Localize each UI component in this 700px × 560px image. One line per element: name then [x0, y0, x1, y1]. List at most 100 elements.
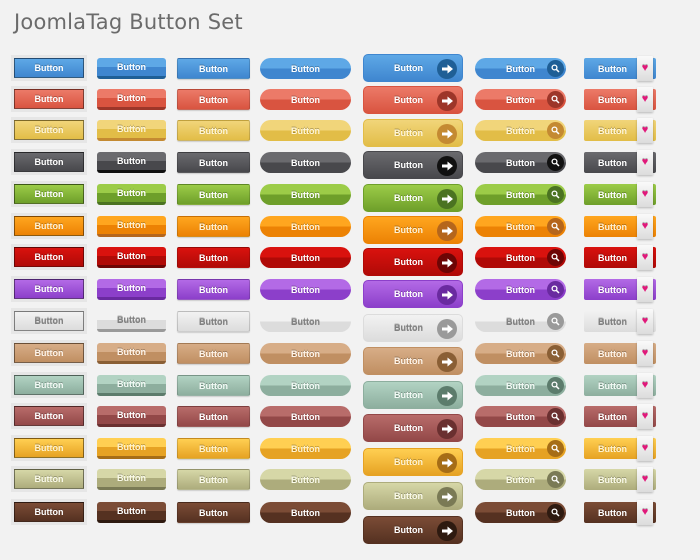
button-raised-silver[interactable]: Button [97, 311, 166, 332]
button-raised-purple[interactable]: Button [97, 279, 166, 300]
button-raised-yellow[interactable]: Button [97, 120, 166, 141]
button-flat-brown[interactable]: Button [177, 502, 250, 523]
button-search-charcoal[interactable]: Button [475, 152, 566, 173]
button-flat-silver[interactable]: Button [177, 311, 250, 332]
button-framed-gold[interactable]: Button [14, 438, 84, 458]
button-flat-gold[interactable]: Button [177, 438, 250, 459]
button-flat-charcoal[interactable]: Button [177, 152, 250, 173]
button-arrow-blue[interactable]: Button [363, 54, 463, 82]
button-search-yellow[interactable]: Button [475, 120, 566, 141]
button-search-sage[interactable]: Button [475, 375, 566, 396]
button-arrow-tan[interactable]: Button [363, 347, 463, 375]
button-search-rosewood[interactable]: Button [475, 406, 566, 427]
button-raised-green[interactable]: Button [97, 184, 166, 205]
button-pill-rosewood[interactable]: Button [260, 406, 351, 427]
button-pill-olive[interactable]: Button [260, 469, 351, 490]
button-arrow-orange[interactable]: Button [363, 216, 463, 244]
button-raised-charcoal[interactable]: Button [97, 152, 166, 173]
button-search-gold[interactable]: Button [475, 438, 566, 459]
button-framed-yellow[interactable]: Button [14, 120, 84, 140]
button-search-green[interactable]: Button [475, 184, 566, 205]
button-arrow-sage[interactable]: Button [363, 381, 463, 409]
button-heart-gold[interactable]: Button ♥ [584, 436, 656, 461]
button-arrow-crimson[interactable]: Button [363, 248, 463, 276]
button-raised-red[interactable]: Button [97, 89, 166, 110]
button-heart-tan[interactable]: Button ♥ [584, 341, 656, 366]
button-framed-charcoal[interactable]: Button [14, 152, 84, 172]
button-framed-red[interactable]: Button [14, 89, 84, 109]
button-heart-olive[interactable]: Button ♥ [584, 467, 656, 492]
button-raised-crimson[interactable]: Button [97, 247, 166, 268]
button-arrow-olive[interactable]: Button [363, 482, 463, 510]
button-arrow-rosewood[interactable]: Button [363, 414, 463, 442]
button-flat-orange[interactable]: Button [177, 216, 250, 237]
button-flat-blue[interactable]: Button [177, 58, 250, 79]
button-pill-orange[interactable]: Button [260, 216, 351, 237]
button-search-silver[interactable]: Button [475, 311, 566, 332]
button-heart-silver[interactable]: Button ♥ [584, 309, 656, 334]
button-pill-brown[interactable]: Button [260, 502, 351, 523]
button-framed-sage[interactable]: Button [14, 375, 84, 395]
button-arrow-yellow[interactable]: Button [363, 119, 463, 147]
button-heart-orange[interactable]: Button ♥ [584, 214, 656, 239]
button-search-purple[interactable]: Button [475, 279, 566, 300]
button-pill-yellow[interactable]: Button [260, 120, 351, 141]
button-raised-orange[interactable]: Button [97, 216, 166, 237]
button-heart-brown[interactable]: Button ♥ [584, 500, 656, 525]
button-heart-sage[interactable]: Button ♥ [584, 373, 656, 398]
button-flat-green[interactable]: Button [177, 184, 250, 205]
button-framed-silver[interactable]: Button [14, 311, 84, 331]
button-heart-purple[interactable]: Button ♥ [584, 277, 656, 302]
button-raised-gold[interactable]: Button [97, 438, 166, 459]
button-heart-blue[interactable]: Button ♥ [584, 56, 656, 81]
button-search-orange[interactable]: Button [475, 216, 566, 237]
button-heart-green[interactable]: Button ♥ [584, 182, 656, 207]
button-flat-red[interactable]: Button [177, 89, 250, 110]
button-heart-yellow[interactable]: Button ♥ [584, 118, 656, 143]
button-raised-olive[interactable]: Button [97, 469, 166, 490]
button-search-brown[interactable]: Button [475, 502, 566, 523]
button-arrow-charcoal[interactable]: Button [363, 151, 463, 179]
button-pill-tan[interactable]: Button [260, 343, 351, 364]
button-framed-crimson[interactable]: Button [14, 247, 84, 267]
button-raised-rosewood[interactable]: Button [97, 406, 166, 427]
button-arrow-brown[interactable]: Button [363, 516, 463, 544]
button-arrow-gold[interactable]: Button [363, 448, 463, 476]
button-search-tan[interactable]: Button [475, 343, 566, 364]
button-pill-sage[interactable]: Button [260, 375, 351, 396]
button-framed-olive[interactable]: Button [14, 469, 84, 489]
button-framed-rosewood[interactable]: Button [14, 406, 84, 426]
button-framed-orange[interactable]: Button [14, 216, 84, 236]
button-heart-charcoal[interactable]: Button ♥ [584, 150, 656, 175]
button-raised-blue[interactable]: Button [97, 58, 166, 79]
button-framed-purple[interactable]: Button [14, 279, 84, 299]
button-heart-crimson[interactable]: Button ♥ [584, 245, 656, 270]
button-framed-brown[interactable]: Button [14, 502, 84, 522]
button-framed-blue[interactable]: Button [14, 58, 84, 78]
button-pill-red[interactable]: Button [260, 89, 351, 110]
button-flat-purple[interactable]: Button [177, 279, 250, 300]
button-search-red[interactable]: Button [475, 89, 566, 110]
button-raised-sage[interactable]: Button [97, 375, 166, 396]
button-pill-purple[interactable]: Button [260, 279, 351, 300]
button-flat-yellow[interactable]: Button [177, 120, 250, 141]
button-arrow-purple[interactable]: Button [363, 280, 463, 308]
button-flat-tan[interactable]: Button [177, 343, 250, 364]
button-pill-silver[interactable]: Button [260, 311, 351, 332]
button-flat-olive[interactable]: Button [177, 469, 250, 490]
button-flat-sage[interactable]: Button [177, 375, 250, 396]
button-pill-blue[interactable]: Button [260, 58, 351, 79]
button-framed-green[interactable]: Button [14, 184, 84, 204]
button-pill-crimson[interactable]: Button [260, 247, 351, 268]
button-heart-red[interactable]: Button ♥ [584, 87, 656, 112]
button-arrow-silver[interactable]: Button [363, 314, 463, 342]
button-heart-rosewood[interactable]: Button ♥ [584, 404, 656, 429]
button-framed-tan[interactable]: Button [14, 343, 84, 363]
button-arrow-green[interactable]: Button [363, 184, 463, 212]
button-search-olive[interactable]: Button [475, 469, 566, 490]
button-raised-brown[interactable]: Button [97, 502, 166, 523]
button-search-crimson[interactable]: Button [475, 247, 566, 268]
button-flat-rosewood[interactable]: Button [177, 406, 250, 427]
button-flat-crimson[interactable]: Button [177, 247, 250, 268]
button-pill-gold[interactable]: Button [260, 438, 351, 459]
